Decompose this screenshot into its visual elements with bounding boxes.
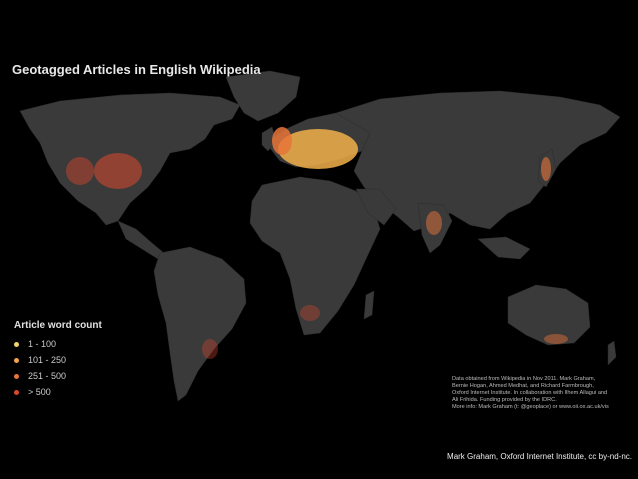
new-zealand-landmass (607, 340, 617, 366)
legend-label: > 500 (28, 387, 51, 397)
legend-dot (14, 357, 19, 363)
legend: Article word count 1 - 100 101 - 250 251… (14, 320, 102, 400)
note-line: Data obtained from Wikipedia in Nov 2011… (452, 376, 596, 382)
legend-item: 251 - 500 (14, 368, 102, 384)
central-america-landmass (117, 220, 165, 260)
greenland-landmass (225, 70, 301, 122)
legend-dot (14, 373, 19, 379)
legend-item: > 500 (14, 384, 102, 400)
southeast-asia-landmass (477, 236, 531, 260)
map-title: Geotagged Articles in English Wikipedia (12, 62, 261, 77)
legend-dot (14, 389, 19, 395)
data-source-note: Data obtained from Wikipedia in Nov 2011… (452, 376, 632, 411)
legend-item: 101 - 250 (14, 352, 102, 368)
legend-title: Article word count (14, 320, 102, 331)
madagascar-landmass (363, 290, 375, 320)
note-line: Oxford Internet Institute. In collaborat… (452, 390, 608, 396)
credit-line: Mark Graham, Oxford Internet Institute, … (447, 452, 632, 461)
note-line: More info: Mark Graham (t: @geoplace) or… (452, 404, 609, 410)
legend-item: 1 - 100 (14, 336, 102, 352)
south-america-landmass (153, 246, 247, 402)
legend-dot (14, 341, 19, 347)
legend-label: 101 - 250 (28, 355, 67, 365)
note-line: Ali Frihida. Funding provided by the IDR… (452, 397, 557, 403)
note-line: Bernie Hogan, Ahmed Medhat, and Richard … (452, 383, 594, 389)
legend-label: 251 - 500 (28, 371, 67, 381)
legend-label: 1 - 100 (28, 339, 57, 349)
